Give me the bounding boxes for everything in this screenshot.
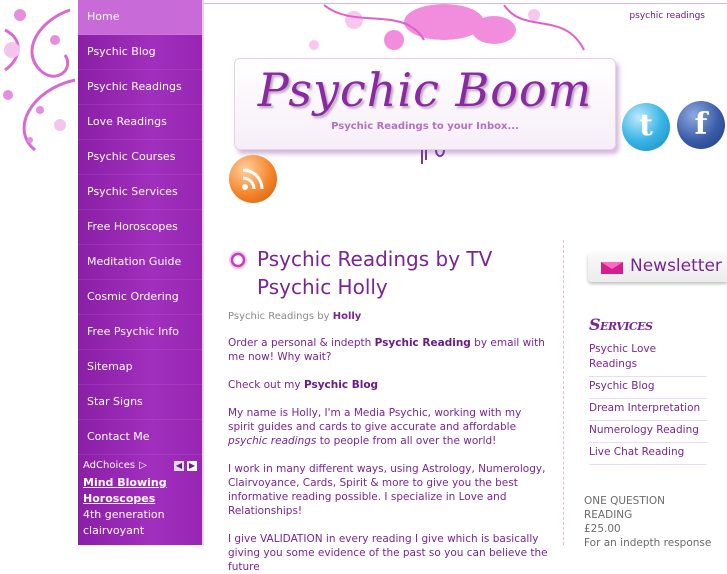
services-heading: Services xyxy=(589,315,653,334)
p3-text-c: to people from all over the world! xyxy=(316,435,497,447)
adchoices[interactable]: AdChoices ▷ ◀ ▶ xyxy=(83,460,197,471)
nav-free-psychic-info[interactable]: Free Psychic Info xyxy=(78,315,202,350)
site-header: psychic readings Psychic Boom Psychic Re… xyxy=(204,0,727,230)
p3-text-a: My name is Holly, I'm a Media Psychic, w… xyxy=(228,407,522,433)
nav-cosmic-ordering[interactable]: Cosmic Ordering xyxy=(78,280,202,315)
ad-link-line2: Horoscopes xyxy=(83,492,156,505)
main-navigation: Home Psychic Blog Psychic Readings Love … xyxy=(78,0,202,545)
header-psychic-readings-link[interactable]: psychic readings xyxy=(629,11,705,21)
nav-psychic-readings[interactable]: Psychic Readings xyxy=(78,70,202,105)
service-psychic-blog[interactable]: Psychic Blog xyxy=(589,377,707,399)
left-decoration xyxy=(0,0,78,545)
offer-title-line1: ONE QUESTION xyxy=(584,495,665,507)
ad-text-line2: clairvoyant xyxy=(83,524,145,537)
newsletter-label: Newsletter xyxy=(630,256,722,276)
ad-arrows: ◀ ▶ xyxy=(174,460,197,471)
nav-psychic-blog[interactable]: Psychic Blog xyxy=(78,35,202,70)
service-numerology-reading[interactable]: Numerology Reading xyxy=(589,421,707,443)
rss-icon[interactable] xyxy=(229,155,277,203)
logo-subtitle: Psychic Readings to your Inbox... xyxy=(331,121,519,132)
envelope-icon xyxy=(601,262,623,274)
offer-price: £25.00 xyxy=(584,523,621,535)
header-floral-decoration xyxy=(309,4,585,51)
service-psychic-love-readings[interactable]: Psychic Love Readings xyxy=(589,340,707,377)
page-title: Psychic Readings by TV Psychic Holly xyxy=(257,247,493,299)
p2-text-a: Check out my xyxy=(228,379,304,391)
paragraph-validation: I give VALIDATION in every reading I giv… xyxy=(228,533,548,573)
ad-next-arrow-icon[interactable]: ▶ xyxy=(187,460,197,471)
logo-drip-decoration xyxy=(421,149,445,164)
paragraph-intro: My name is Holly, I'm a Media Psychic, w… xyxy=(228,406,550,448)
byline-author-link[interactable]: Holly xyxy=(333,311,362,322)
twitter-icon[interactable]: t xyxy=(622,103,670,151)
site-logo[interactable]: Psychic Boom Psychic Readings to your In… xyxy=(234,58,616,150)
ad-prev-arrow-icon[interactable]: ◀ xyxy=(174,460,184,471)
main-article: Psychic Readings by TV Psychic Holly Psy… xyxy=(228,245,550,574)
offer-title-line2: READING xyxy=(584,509,633,521)
nav-home[interactable]: Home xyxy=(78,0,202,35)
paragraph-order: Order a personal & indepth Psychic Readi… xyxy=(228,336,550,364)
newsletter-button[interactable]: Newsletter xyxy=(588,252,727,282)
nav-star-signs[interactable]: Star Signs xyxy=(78,385,202,420)
offer-text: For an indepth response xyxy=(584,537,712,549)
paragraph-blog: Check out my Psychic Blog xyxy=(228,378,550,392)
psychic-readings-link[interactable]: psychic readings xyxy=(228,435,316,447)
ad-text: 4th generation clairvoyant xyxy=(83,507,197,539)
adchoices-label: AdChoices xyxy=(83,460,136,471)
article-byline: Psychic Readings by Holly xyxy=(228,311,550,322)
logo-title: Psychic Boom xyxy=(257,63,593,117)
facebook-icon[interactable]: f xyxy=(677,101,725,149)
offer-block: ONE QUESTION READING £25.00 For an indep… xyxy=(584,494,727,550)
ad-block: AdChoices ▷ ◀ ▶ Mind Blowing Horoscopes … xyxy=(78,460,202,539)
ad-link[interactable]: Mind Blowing Horoscopes xyxy=(83,475,197,507)
p1-text-a: Order a personal & indepth xyxy=(228,337,375,349)
nav-psychic-courses[interactable]: Psychic Courses xyxy=(78,140,202,175)
content-separator xyxy=(563,240,565,545)
nav-psychic-services[interactable]: Psychic Services xyxy=(78,175,202,210)
psychic-blog-link[interactable]: Psychic Blog xyxy=(304,379,378,391)
service-live-chat-reading[interactable]: Live Chat Reading xyxy=(589,443,707,465)
paragraph-methods: I work in many different ways, using Ast… xyxy=(228,463,546,517)
header-top-line xyxy=(204,3,727,4)
title-bullet-icon xyxy=(229,251,247,269)
byline-prefix: Psychic Readings by xyxy=(228,311,333,322)
ad-link-line1: Mind Blowing xyxy=(83,476,167,489)
psychic-reading-link[interactable]: Psychic Reading xyxy=(375,337,471,349)
nav-love-readings[interactable]: Love Readings xyxy=(78,105,202,140)
services-list: Psychic Love Readings Psychic Blog Dream… xyxy=(589,340,707,465)
adchoices-icon: ▷ xyxy=(139,460,147,471)
nav-free-horoscopes[interactable]: Free Horoscopes xyxy=(78,210,202,245)
nav-contact-me[interactable]: Contact Me xyxy=(78,420,202,455)
nav-sitemap[interactable]: Sitemap xyxy=(78,350,202,385)
ad-text-line1: 4th generation xyxy=(83,508,165,521)
service-dream-interpretation[interactable]: Dream Interpretation xyxy=(589,399,707,421)
nav-meditation-guide[interactable]: Meditation Guide xyxy=(78,245,202,280)
